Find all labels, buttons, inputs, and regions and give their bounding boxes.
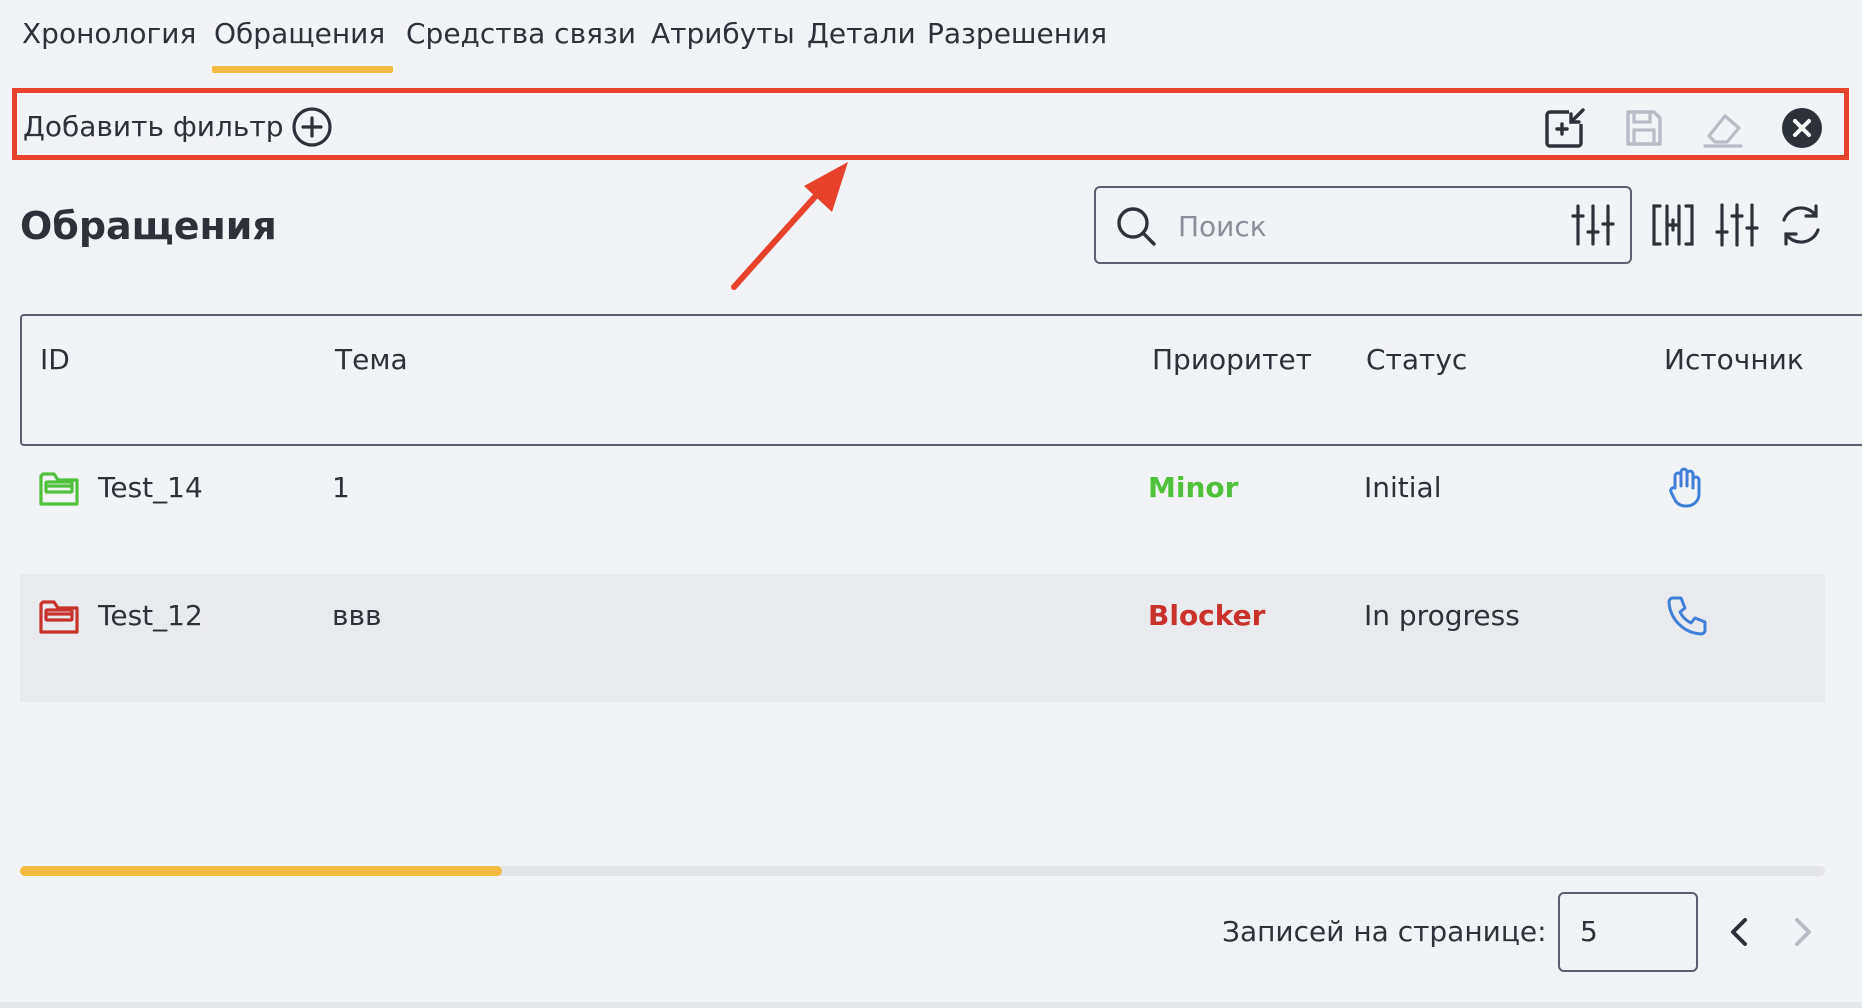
tab-details[interactable]: Детали [807, 14, 916, 54]
column-header-subject[interactable]: Тема [335, 340, 408, 380]
tab-bar: Хронология Обращения Средства связи Атри… [0, 0, 1862, 75]
tab-chronology[interactable]: Хронология [22, 14, 196, 54]
hand-icon [1669, 467, 1701, 508]
add-to-list-icon[interactable] [1543, 106, 1587, 150]
rows-per-page-label: Записей на странице: [1222, 915, 1547, 948]
active-tab-indicator [212, 66, 393, 73]
annotation-arrow [731, 162, 848, 290]
column-header-id[interactable]: ID [40, 340, 70, 380]
table-row[interactable]: Test_14 1 Minor Initial [20, 446, 1825, 574]
table-header: ID Тема Приоритет Статус Источник [20, 314, 1862, 446]
tab-permissions[interactable]: Разрешения [927, 14, 1107, 54]
rows-per-page-value: 5 [1580, 915, 1598, 948]
search-settings-icon[interactable] [1570, 202, 1616, 248]
phone-icon [1667, 596, 1707, 636]
rows-per-page-input[interactable]: 5 [1558, 892, 1698, 972]
close-circle-icon[interactable] [1780, 106, 1824, 150]
tab-attributes[interactable]: Атрибуты [651, 14, 795, 54]
horizontal-scrollbar[interactable] [20, 866, 1825, 876]
row-id: Test_14 [98, 471, 203, 504]
eraser-icon[interactable] [1701, 106, 1745, 150]
table-settings-icon[interactable] [1712, 200, 1762, 250]
row-status: Initial [1364, 471, 1442, 504]
filter-bar: Добавить фильтр [12, 88, 1849, 160]
column-header-priority[interactable]: Приоритет [1152, 340, 1312, 380]
column-header-status[interactable]: Статус [1366, 340, 1467, 380]
add-filter-label[interactable]: Добавить фильтр [23, 107, 283, 147]
columns-icon[interactable] [1648, 200, 1698, 250]
search-box[interactable] [1094, 186, 1632, 264]
row-priority: Blocker [1148, 599, 1266, 632]
folder-icon [39, 600, 79, 634]
column-header-source[interactable]: Источник [1664, 340, 1804, 380]
row-subject: ввв [332, 599, 382, 632]
row-id: Test_12 [98, 599, 203, 632]
page-title: Обращения [20, 204, 277, 248]
folder-icon [39, 472, 79, 506]
row-subject: 1 [332, 471, 350, 504]
chevron-right-icon[interactable] [1782, 912, 1822, 952]
tab-communication-means[interactable]: Средства связи [406, 14, 636, 54]
save-icon[interactable] [1622, 106, 1666, 150]
row-status: In progress [1364, 599, 1520, 632]
tab-requests[interactable]: Обращения [214, 14, 385, 54]
chevron-left-icon[interactable] [1720, 912, 1760, 952]
bottom-divider [0, 1002, 1862, 1008]
row-priority: Minor [1148, 471, 1239, 504]
table-row[interactable]: Test_12 ввв Blocker In progress [20, 574, 1825, 702]
refresh-icon[interactable] [1776, 200, 1826, 250]
search-icon [1117, 207, 1156, 246]
add-filter-plus-icon[interactable] [291, 106, 333, 148]
scrollbar-thumb[interactable] [20, 866, 502, 876]
search-input[interactable] [1176, 202, 1550, 250]
